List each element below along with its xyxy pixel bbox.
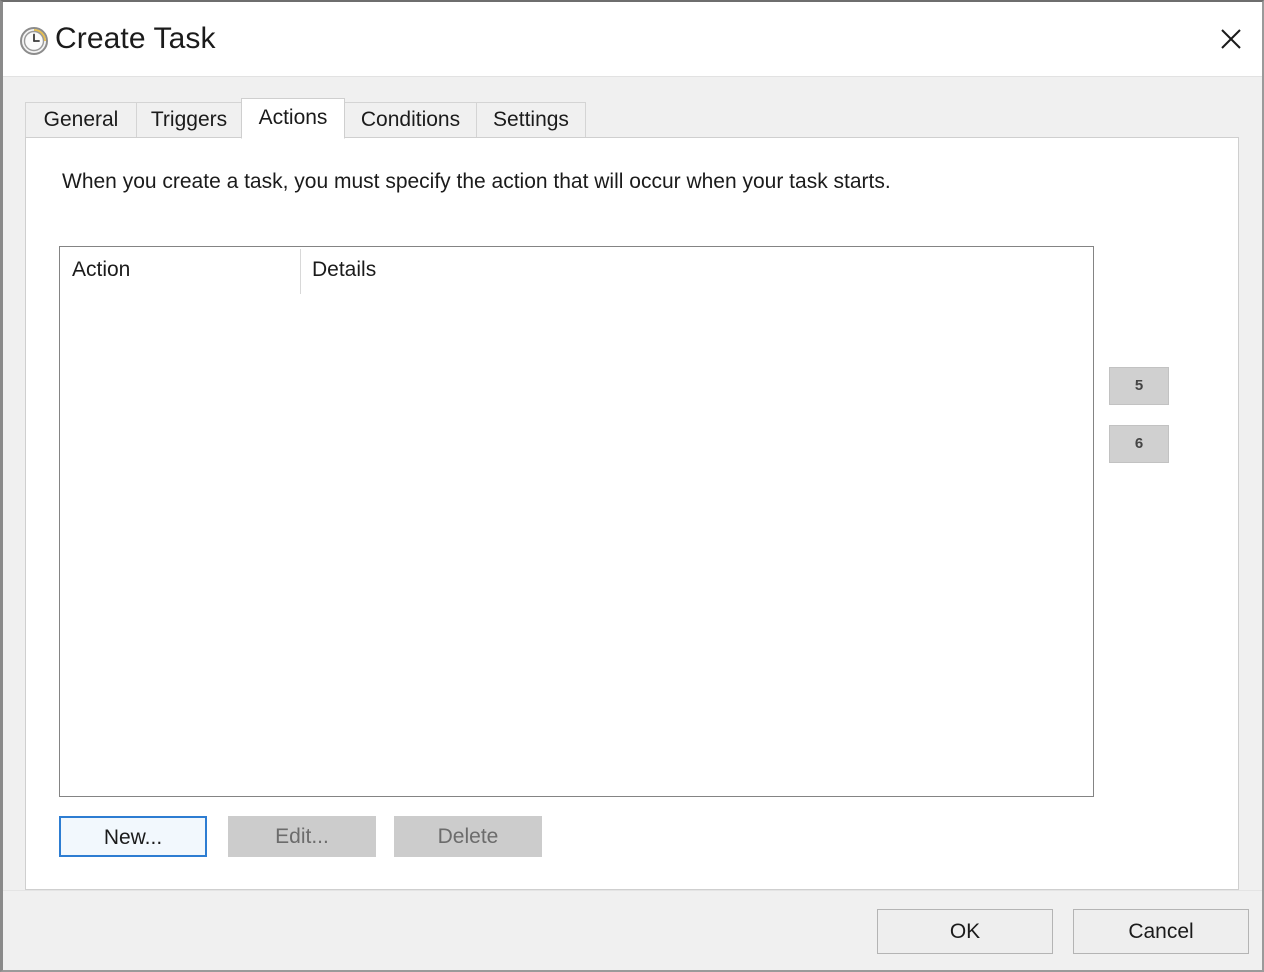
tab-settings[interactable]: Settings bbox=[476, 102, 586, 137]
actions-tab-panel: When you create a task, you must specify… bbox=[25, 137, 1239, 890]
tab-conditions[interactable]: Conditions bbox=[344, 102, 477, 137]
column-header-action[interactable]: Action bbox=[72, 258, 130, 282]
actions-list-header: Action Details bbox=[60, 247, 1093, 293]
new-button[interactable]: New... bbox=[59, 816, 207, 857]
delete-button: Delete bbox=[394, 816, 542, 857]
actions-list[interactable]: Action Details bbox=[59, 246, 1094, 797]
edit-button: Edit... bbox=[228, 816, 376, 857]
ok-button[interactable]: OK bbox=[877, 909, 1053, 954]
clock-icon bbox=[19, 26, 49, 56]
dialog-footer: OK Cancel bbox=[3, 890, 1262, 970]
tab-actions[interactable]: Actions bbox=[241, 98, 345, 139]
actions-list-body[interactable] bbox=[60, 294, 1093, 796]
tab-general[interactable]: General bbox=[25, 102, 137, 137]
actions-description: When you create a task, you must specify… bbox=[62, 170, 891, 194]
badge-6[interactable]: 6 bbox=[1109, 425, 1169, 463]
badge-5[interactable]: 5 bbox=[1109, 367, 1169, 405]
column-header-details[interactable]: Details bbox=[312, 258, 376, 282]
create-task-dialog: Create Task General Triggers Actions Con… bbox=[0, 0, 1264, 972]
cancel-button[interactable]: Cancel bbox=[1073, 909, 1249, 954]
tab-triggers[interactable]: Triggers bbox=[136, 102, 242, 137]
close-icon[interactable] bbox=[1200, 2, 1262, 72]
window-title: Create Task bbox=[55, 22, 216, 56]
title-bar: Create Task bbox=[3, 2, 1262, 77]
column-divider[interactable] bbox=[300, 249, 301, 294]
